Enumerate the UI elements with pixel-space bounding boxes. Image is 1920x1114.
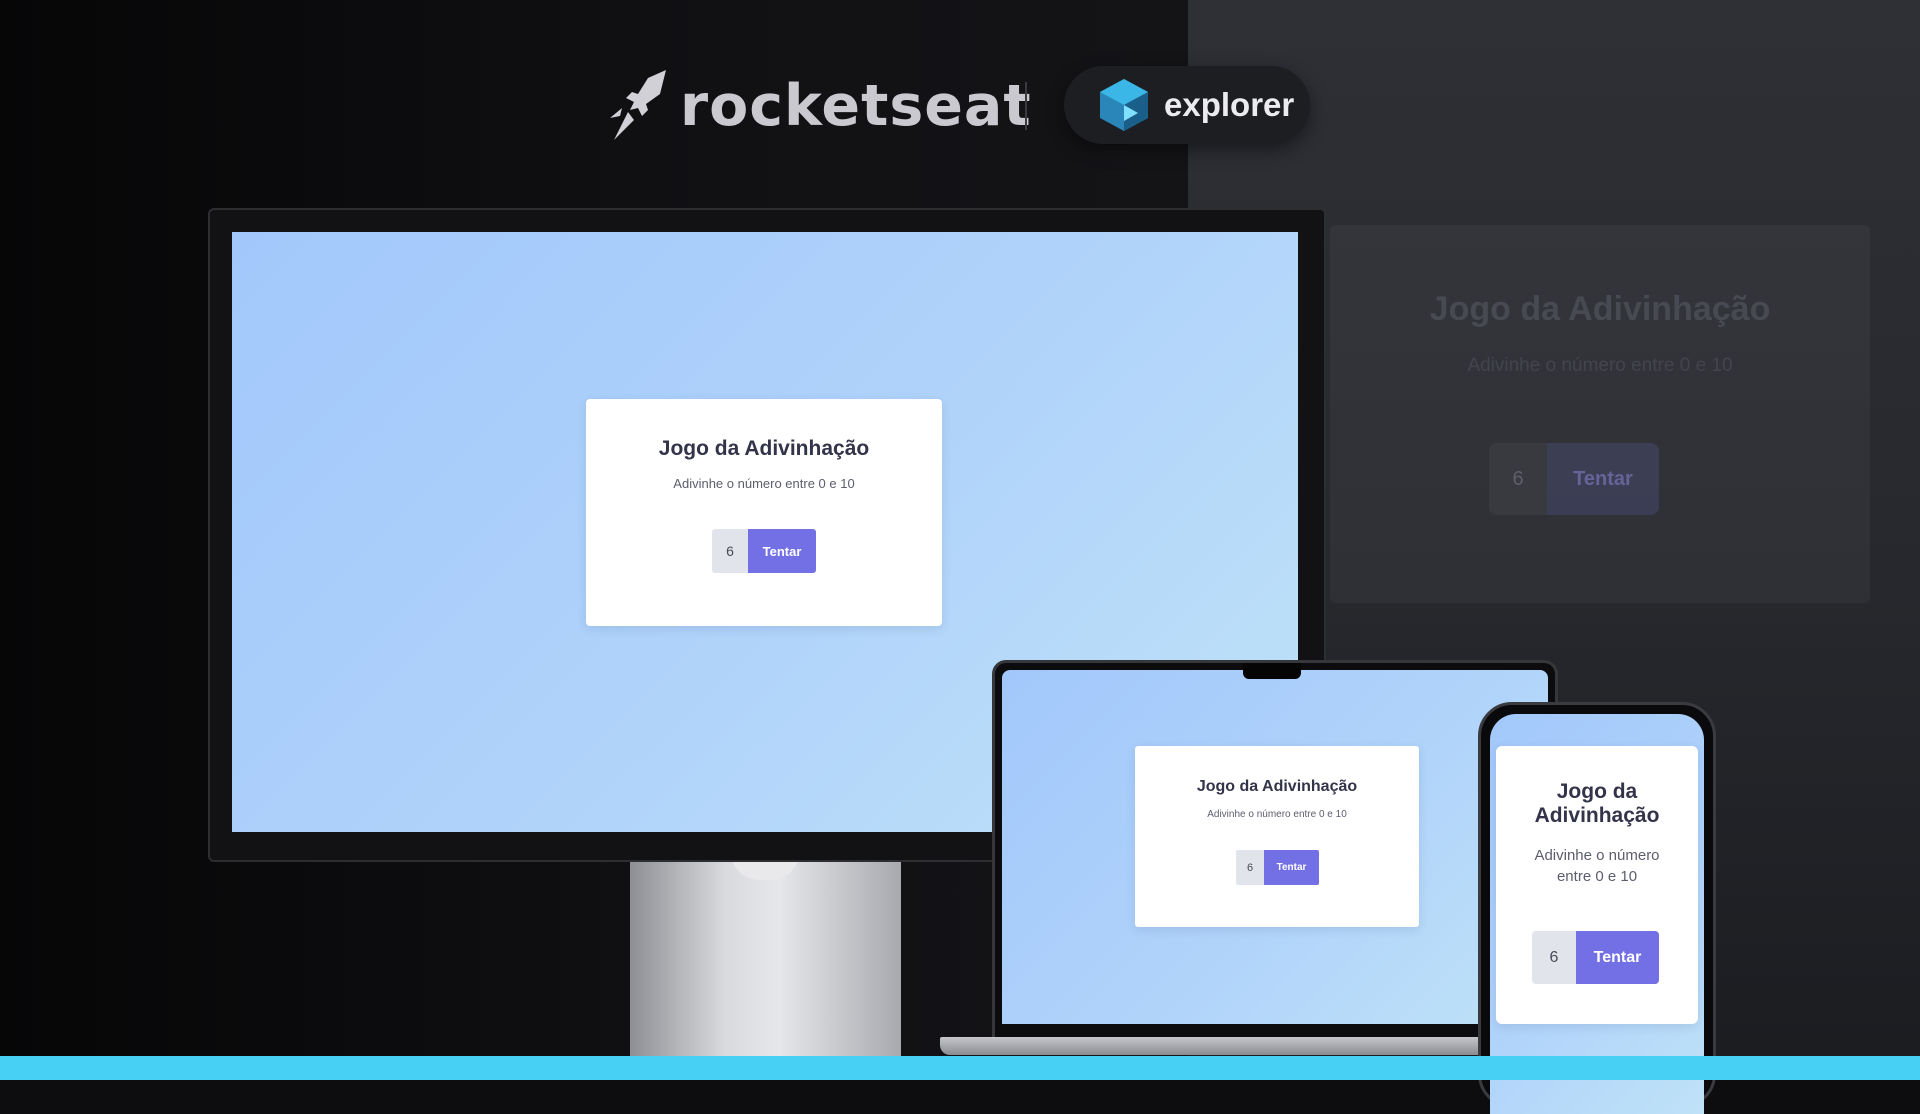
laptop-game-subtitle: Adivinhe o número entre 0 e 10 xyxy=(1207,809,1347,820)
phone-try-button[interactable]: Tentar xyxy=(1576,931,1659,984)
phone-screen: Jogo da Adivinhação Adivinhe o número en… xyxy=(1490,714,1704,1114)
background-card-subtitle: Adivinhe o número entre 0 e 10 xyxy=(1467,355,1733,376)
monitor-stand xyxy=(630,858,901,1080)
phone-guess-input[interactable]: 6 xyxy=(1532,931,1576,984)
background-card-button: Tentar xyxy=(1547,443,1659,515)
phone-game-title: Jogo da Adivinhação xyxy=(1534,780,1660,827)
background-blurred-card: Jogo da Adivinhação Adivinhe o número en… xyxy=(1330,225,1870,603)
explorer-cube-icon xyxy=(1100,79,1148,131)
product-name: explorer xyxy=(1164,86,1295,123)
desktop-game-title: Jogo da Adivinhação xyxy=(658,437,870,460)
rocketseat-logo: rocketseat xyxy=(608,66,1032,146)
explorer-badge: explorer xyxy=(1064,66,1310,144)
desktop-game-card: Jogo da Adivinhação Adivinhe o número en… xyxy=(586,399,942,626)
background-card-input: 6 xyxy=(1489,443,1547,515)
laptop: Jogo da Adivinhação Adivinhe o número en… xyxy=(992,660,1558,1044)
phone-game-subtitle: Adivinhe o número entre 0 e 10 xyxy=(1534,847,1660,885)
laptop-game-card: Jogo da Adivinhação Adivinhe o número en… xyxy=(1135,746,1419,927)
laptop-screen: Jogo da Adivinhação Adivinhe o número en… xyxy=(1002,670,1548,1024)
brand-name: rocketseat xyxy=(680,73,1032,139)
desktop-game-subtitle: Adivinhe o número entre 0 e 10 xyxy=(673,476,855,491)
laptop-guess-input[interactable]: 6 xyxy=(1236,850,1264,885)
laptop-try-button[interactable]: Tentar xyxy=(1264,850,1319,885)
background-card-title: Jogo da Adivinhação xyxy=(1429,290,1771,328)
header-divider xyxy=(1025,82,1027,130)
bottom-accent-bar xyxy=(0,1056,1920,1080)
laptop-game-title: Jogo da Adivinhação xyxy=(1196,778,1358,795)
desktop-guess-input[interactable]: 6 xyxy=(712,529,748,573)
laptop-camera-notch xyxy=(1243,663,1301,679)
desktop-try-button[interactable]: Tentar xyxy=(748,529,816,573)
rocket-icon xyxy=(610,70,666,140)
phone-game-card: Jogo da Adivinhação Adivinhe o número en… xyxy=(1496,746,1698,1024)
smartphone: Jogo da Adivinhação Adivinhe o número en… xyxy=(1478,702,1716,1114)
